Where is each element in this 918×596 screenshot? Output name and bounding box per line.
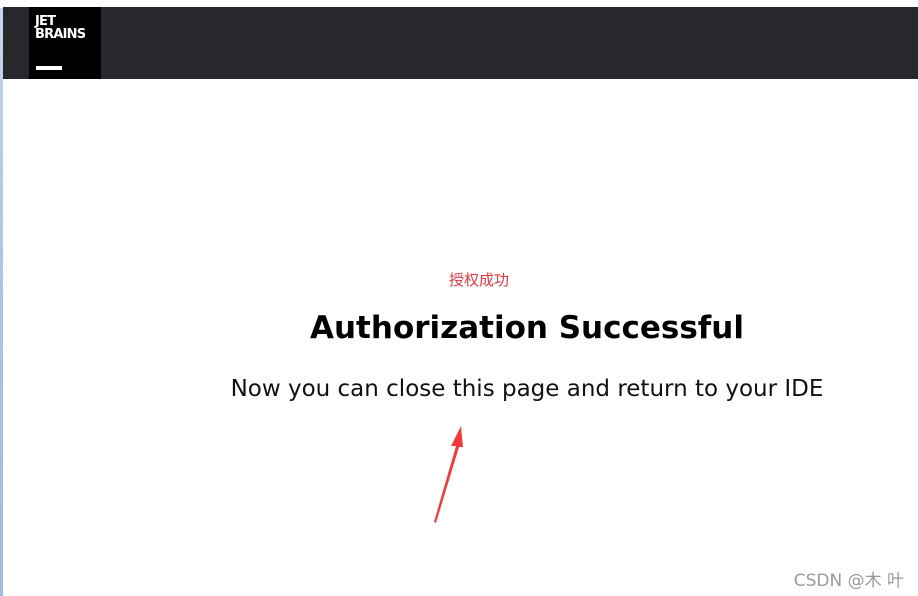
arrow-shape — [434, 426, 463, 523]
window-left-edge — [0, 0, 3, 596]
logo-underscore-bar — [36, 66, 62, 70]
jetbrains-logo[interactable]: JET BRAINS — [29, 7, 101, 79]
browser-page: JET BRAINS 授权成功 Authorization Successful… — [0, 0, 918, 596]
red-arrow-annotation — [434, 426, 463, 523]
annotation-label: 授权成功 — [449, 271, 510, 289]
watermark-text: CSDN @木 叶 — [793, 571, 904, 591]
logo-wordmark: JET BRAINS — [35, 15, 86, 42]
page-message: Now you can close this page and return t… — [230, 376, 824, 402]
header-bar: JET BRAINS — [3, 7, 918, 79]
page-title: Authorization Successful — [310, 310, 744, 346]
logo-text-line2: BRAINS — [35, 27, 86, 42]
